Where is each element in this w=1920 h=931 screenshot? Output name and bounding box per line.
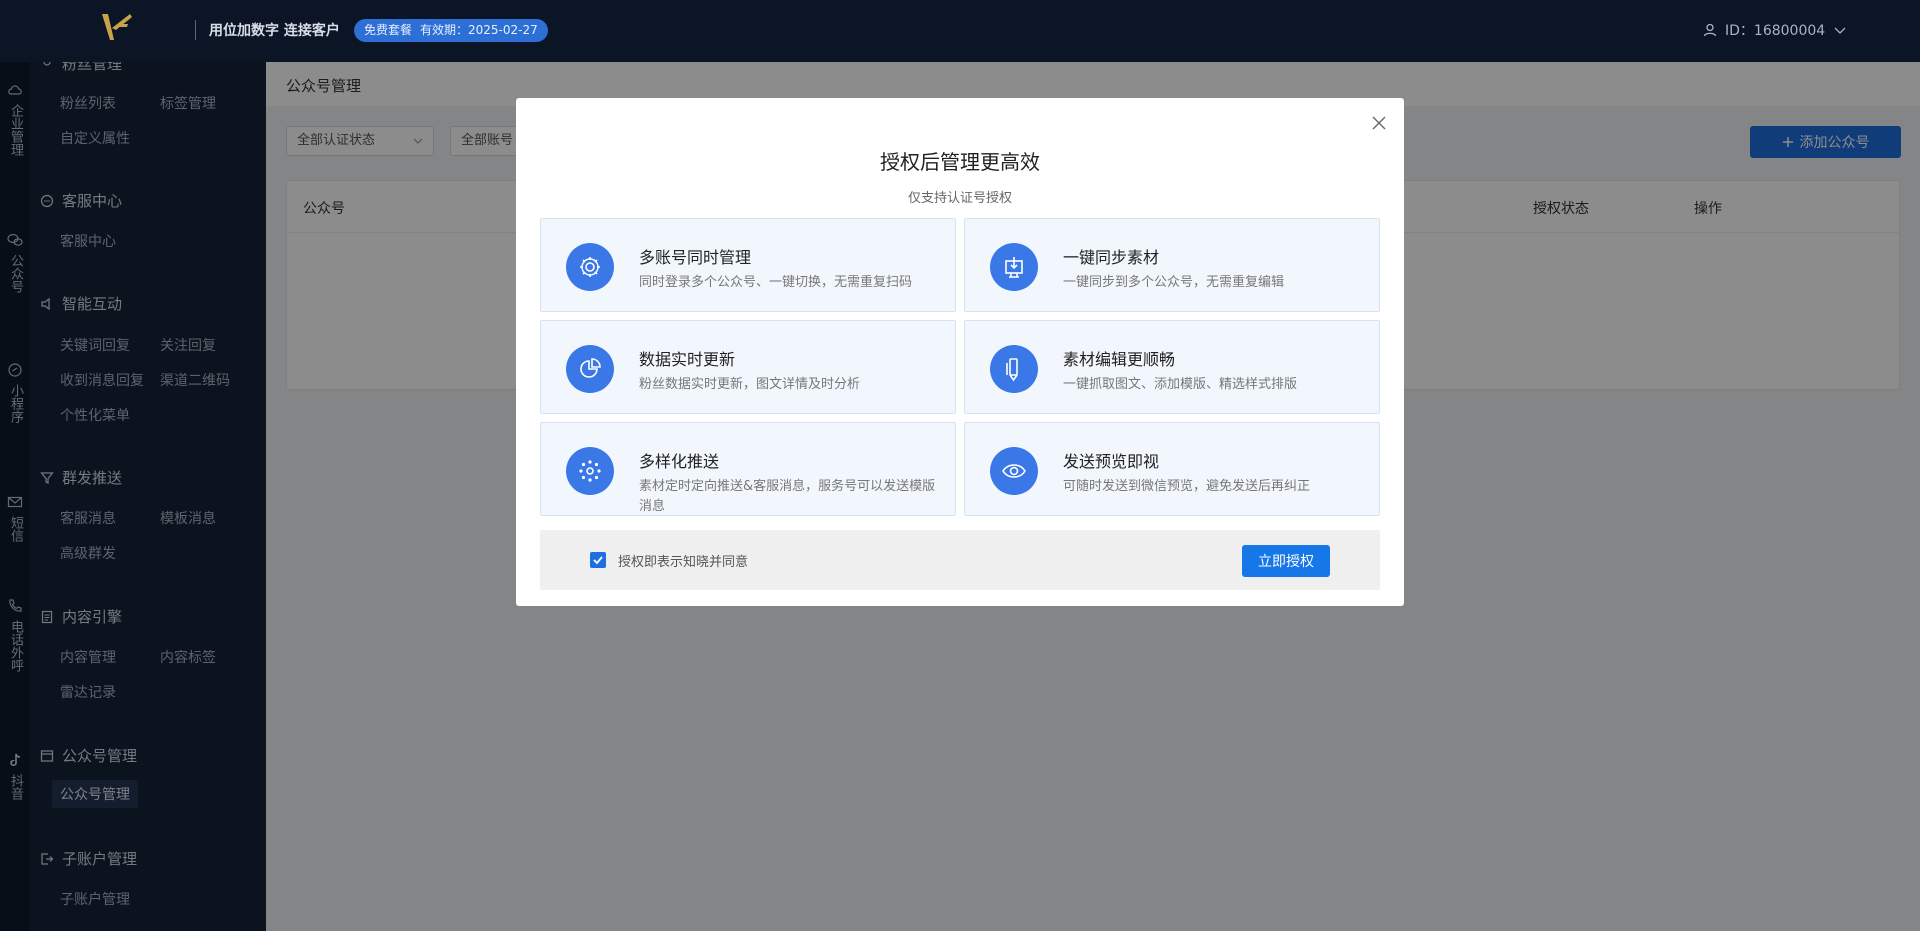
modal-title: 授权后管理更高效: [880, 150, 1040, 174]
feature-desc: 粉丝数据实时更新，图文详情及时分析: [639, 377, 861, 392]
plan-name: 免费套餐: [364, 23, 413, 37]
broadcast-icon: [566, 447, 614, 495]
feature-card: 多账号同时管理 同时登录多个公众号、一键切换，无需重复扫码: [540, 218, 956, 312]
feature-desc: 同时登录多个公众号、一键切换，无需重复扫码: [639, 275, 913, 290]
checkmark-icon: [593, 556, 603, 565]
feature-title: 多账号同时管理: [639, 248, 752, 267]
feature-desc: 一键抓取图文、添加模版、精选样式排版: [1063, 377, 1298, 392]
feature-card: 数据实时更新 粉丝数据实时更新，图文详情及时分析: [540, 320, 956, 414]
user-menu[interactable]: ID：16800004: [1703, 20, 1847, 40]
modal-subtitle: 仅支持认证号授权: [907, 191, 1012, 206]
user-id: ID：16800004: [1725, 23, 1826, 39]
feature-card: 多样化推送 素材定时定向推送&客服消息，服务号可以发送模版消息: [540, 422, 956, 516]
agree-label: 授权即表示知晓并同意: [618, 555, 749, 570]
gear-icon: [566, 243, 614, 291]
chevron-down-icon: [1834, 27, 1846, 34]
feature-desc: 素材定时定向推送&客服消息，服务号可以发送模版消息: [639, 479, 936, 514]
brand-slogan: 用位加数字 连接客户: [209, 23, 340, 39]
feature-title: 素材编辑更顺畅: [1063, 350, 1176, 369]
agree-checkbox[interactable]: [590, 552, 606, 568]
close-icon[interactable]: [1370, 114, 1388, 132]
feature-card: 素材编辑更顺畅 一键抓取图文、添加模版、精选样式排版: [964, 320, 1380, 414]
agreement-bar: 授权即表示知晓并同意 立即授权: [540, 530, 1380, 590]
feature-card: 发送预览即视 可随时发送到微信预览，避免发送后再纠正: [964, 422, 1380, 516]
pen-icon: [990, 345, 1038, 393]
eye-icon: [990, 447, 1038, 495]
plan-expiry: 有效期：2025-02-27: [420, 23, 538, 37]
feature-title: 发送预览即视: [1063, 452, 1160, 471]
feature-title: 数据实时更新: [639, 350, 736, 369]
sync-icon: [990, 243, 1038, 291]
user-icon: [1703, 23, 1717, 37]
authorize-button[interactable]: 立即授权: [1242, 545, 1330, 577]
feature-card: 一键同步素材 一键同步到多个公众号，无需重复编辑: [964, 218, 1380, 312]
header-divider: [195, 20, 196, 40]
feature-title: 一键同步素材: [1063, 248, 1160, 267]
plan-badge: 免费套餐 有效期：2025-02-27: [354, 19, 548, 42]
top-bar: 用位加数字 连接客户 免费套餐 有效期：2025-02-27 ID：168000…: [0, 0, 1920, 62]
feature-desc: 可随时发送到微信预览，避免发送后再纠正: [1063, 479, 1311, 494]
feature-title: 多样化推送: [639, 452, 720, 471]
pie-chart-icon: [566, 345, 614, 393]
authorize-modal: 授权后管理更高效 仅支持认证号授权 多账号同时管理 同时登录多个公众号、一键切换…: [516, 98, 1404, 606]
logo-icon[interactable]: [98, 10, 138, 46]
feature-desc: 一键同步到多个公众号，无需重复编辑: [1063, 275, 1285, 290]
